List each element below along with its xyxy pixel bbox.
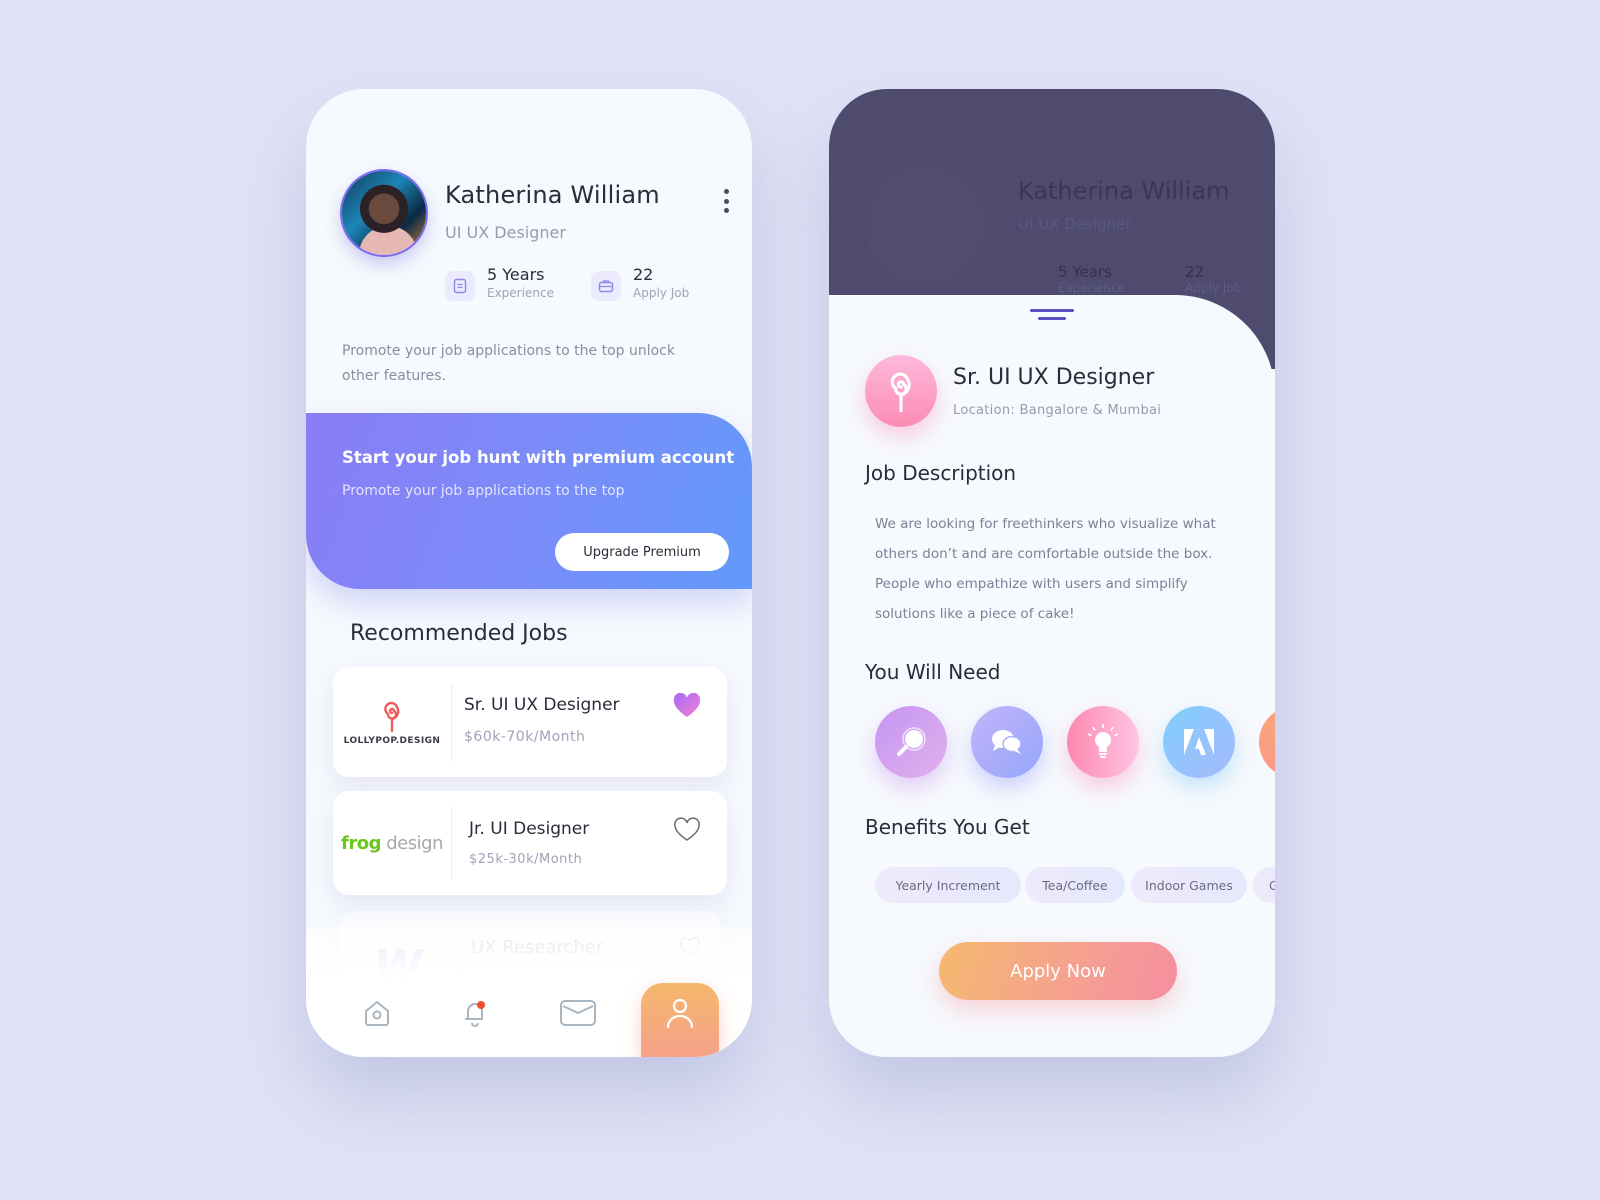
skill-communication[interactable] xyxy=(971,706,1043,778)
company-name-part: frog xyxy=(341,832,381,854)
skill-adobe[interactable] xyxy=(1163,706,1235,778)
more-dot xyxy=(723,208,729,213)
lollipop-icon xyxy=(384,701,400,732)
profile-screen: Katherina William UI UX Designer 5 Years… xyxy=(306,89,752,1057)
you-will-need-heading: You Will Need xyxy=(865,660,1001,684)
company-logo-lollypop: LOLLYPOP.DESIGN xyxy=(333,667,451,777)
benefit-chip[interactable]: Tea/Coffee xyxy=(1025,867,1125,903)
job-title: Sr. UI UX Designer xyxy=(953,365,1155,390)
stat-value: 5 Years xyxy=(1058,263,1112,281)
job-card[interactable]: frog design Jr. UI Designer $25k-30k/Mon… xyxy=(333,791,727,895)
stat-applied: 22 Apply Job xyxy=(1185,263,1241,295)
lollipop-icon xyxy=(890,372,911,413)
chat-bubbles-icon xyxy=(992,730,1022,754)
profile-name: Katherina William xyxy=(445,181,660,209)
nav-home[interactable] xyxy=(357,993,397,1033)
stat-experience: 5 Years Experience xyxy=(1058,263,1125,295)
drag-handle[interactable] xyxy=(1030,309,1074,320)
company-badge xyxy=(865,355,937,427)
promo-text: Promote your job applications to the top… xyxy=(342,343,675,384)
upgrade-premium-button[interactable]: Upgrade Premium xyxy=(555,533,729,571)
more-options-button[interactable] xyxy=(718,189,734,213)
job-description: We are looking for freethinkers who visu… xyxy=(875,516,1216,622)
document-icon xyxy=(445,271,475,301)
company-name: LOLLYPOP.DESIGN xyxy=(343,735,441,746)
adobe-icon xyxy=(1184,729,1214,755)
benefit-chip[interactable]: Yearly Increment xyxy=(875,867,1021,903)
nav-notifications[interactable] xyxy=(455,993,495,1033)
avatar[interactable] xyxy=(342,171,426,255)
job-detail-screen: Katherina William UI UX Designer 5 Years… xyxy=(829,89,1275,1057)
handle-line xyxy=(1030,309,1074,312)
skill-ideas[interactable] xyxy=(1067,706,1139,778)
company-name-part: design xyxy=(386,832,443,854)
job-description-heading: Job Description xyxy=(865,461,1017,485)
stat-value: 5 Years xyxy=(487,265,545,284)
benefit-chip[interactable]: G xyxy=(1253,867,1275,903)
profile-role: UI UX Designer xyxy=(445,223,566,242)
stat-label: Apply Job xyxy=(1185,281,1242,295)
notification-dot xyxy=(477,1001,485,1009)
recommended-jobs-title: Recommended Jobs xyxy=(350,621,568,646)
job-title: Sr. UI UX Designer xyxy=(464,695,620,715)
stat-value: 22 xyxy=(1185,263,1205,281)
stat-label: Experience xyxy=(487,286,554,300)
premium-subtitle: Promote your job applications to the top xyxy=(342,483,625,499)
card-divider xyxy=(451,807,452,879)
profile-role: UI UX Designer xyxy=(1018,215,1132,233)
avatar xyxy=(865,165,985,285)
favorite-heart-outline-icon[interactable] xyxy=(673,817,701,843)
stat-value: 22 xyxy=(633,265,654,284)
skill-more[interactable] xyxy=(1259,706,1275,778)
apply-now-button[interactable]: Apply Now xyxy=(939,942,1177,1000)
nav-messages[interactable] xyxy=(558,993,598,1033)
company-logo-frog: frog design xyxy=(333,791,451,895)
skill-research[interactable] xyxy=(875,706,947,778)
more-dot xyxy=(723,198,729,204)
mail-icon xyxy=(560,1000,596,1026)
nav-profile[interactable] xyxy=(641,983,719,1057)
job-detail-sheet: Sr. UI UX Designer Location: Bangalore &… xyxy=(829,295,1275,1057)
lightbulb-icon xyxy=(1087,724,1119,758)
magnifier-icon xyxy=(897,727,926,756)
job-salary: $25k-30k/Month xyxy=(469,852,583,867)
handle-line xyxy=(1038,317,1066,320)
stat-applied: 22 Apply Job xyxy=(591,265,689,301)
user-icon xyxy=(666,998,694,1029)
home-icon xyxy=(365,1001,389,1026)
benefit-chip[interactable]: Indoor Games xyxy=(1131,867,1247,903)
job-location: Location: Bangalore & Mumbai xyxy=(953,403,1162,418)
stat-label: Experience xyxy=(1058,281,1125,295)
more-dot xyxy=(723,189,729,194)
job-title: Jr. UI Designer xyxy=(469,819,590,839)
card-divider xyxy=(451,683,452,761)
premium-banner: Start your job hunt with premium account… xyxy=(306,413,752,589)
stat-label: Apply Job xyxy=(633,286,690,300)
briefcase-icon xyxy=(591,271,621,301)
job-card[interactable]: LOLLYPOP.DESIGN Sr. UI UX Designer $60k-… xyxy=(333,667,727,777)
stat-experience: 5 Years Experience xyxy=(445,265,554,301)
bottom-nav xyxy=(306,979,752,1057)
benefits-heading: Benefits You Get xyxy=(865,815,1030,839)
favorite-heart-filled-icon[interactable] xyxy=(673,692,701,719)
premium-title: Start your job hunt with premium account xyxy=(342,448,735,467)
bell-icon xyxy=(465,1001,485,1027)
profile-name: Katherina William xyxy=(1018,177,1230,205)
job-salary: $60k-70k/Month xyxy=(464,729,586,745)
